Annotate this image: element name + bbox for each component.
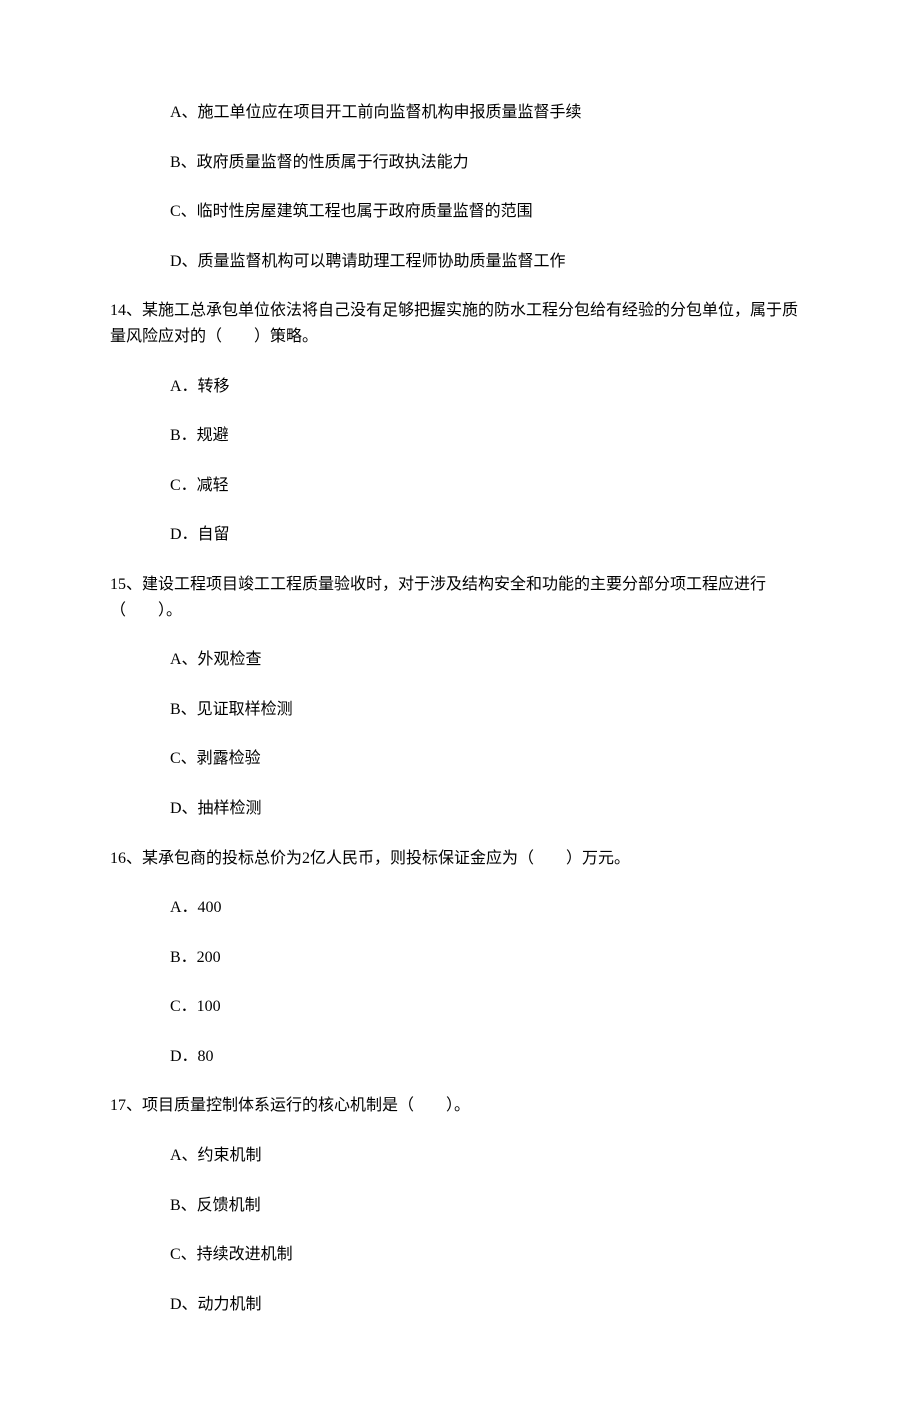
q16-option-c: C．100: [110, 994, 810, 1020]
q14-option-d: D．自留: [110, 522, 810, 548]
q13-option-d: D、质量监督机构可以聘请助理工程师协助质量监督工作: [110, 249, 810, 275]
page-container: A、施工单位应在项目开工前向监督机构申报质量监督手续 B、政府质量监督的性质属于…: [0, 0, 920, 1421]
q14-option-b: B．规避: [110, 423, 810, 449]
q16-stem: 16、某承包商的投标总价为2亿人民币，则投标保证金应为（ ）万元。: [110, 846, 810, 872]
q14-option-a: A．转移: [110, 374, 810, 400]
q17-option-c: C、持续改进机制: [110, 1242, 810, 1268]
q17-stem: 17、项目质量控制体系运行的核心机制是（ ）。: [110, 1093, 810, 1119]
q16-option-d: D．80: [110, 1044, 810, 1070]
q15-option-a: A、外观检查: [110, 647, 810, 673]
q14-stem: 14、某施工总承包单位依法将自己没有足够把握实施的防水工程分包给有经验的分包单位…: [110, 298, 810, 349]
q14-option-c: C．减轻: [110, 473, 810, 499]
q17-option-d: D、动力机制: [110, 1292, 810, 1318]
q15-option-b: B、见证取样检测: [110, 697, 810, 723]
q15-option-c: C、剥露检验: [110, 746, 810, 772]
q15-stem: 15、建设工程项目竣工工程质量验收时，对于涉及结构安全和功能的主要分部分项工程应…: [110, 572, 810, 623]
q13-option-b: B、政府质量监督的性质属于行政执法能力: [110, 150, 810, 176]
q16-option-b: B．200: [110, 945, 810, 971]
q15-option-d: D、抽样检测: [110, 796, 810, 822]
q17-option-a: A、约束机制: [110, 1143, 810, 1169]
q13-option-c: C、临时性房屋建筑工程也属于政府质量监督的范围: [110, 199, 810, 225]
q17-option-b: B、反馈机制: [110, 1193, 810, 1219]
q16-option-a: A．400: [110, 895, 810, 921]
q13-option-a: A、施工单位应在项目开工前向监督机构申报质量监督手续: [110, 100, 810, 126]
